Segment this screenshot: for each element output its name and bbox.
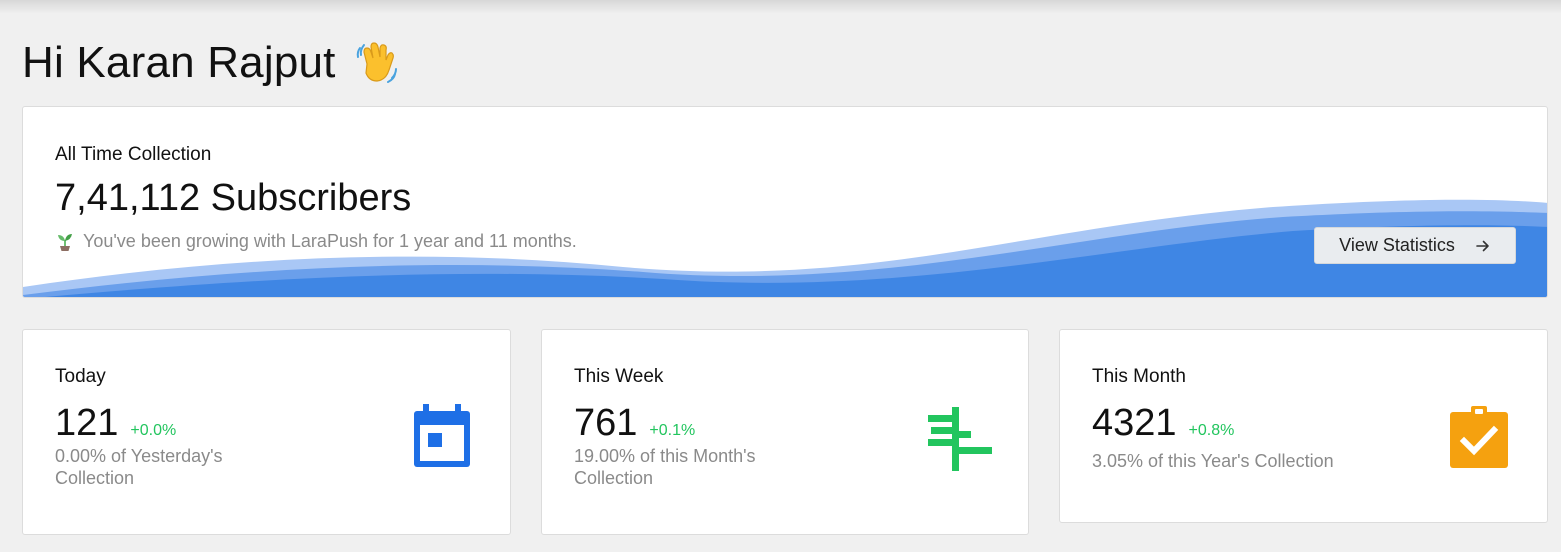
- card-value-row: 4321 +0.8%: [1092, 402, 1234, 445]
- all-time-collection-card: All Time Collection 7,41,112 Subscribers…: [22, 106, 1548, 298]
- greeting-title: Hi Karan Rajput: [22, 38, 336, 87]
- card-value: 4321: [1092, 402, 1177, 444]
- card-description-line1: 0.00% of Yesterday's: [55, 446, 223, 466]
- view-statistics-label: View Statistics: [1339, 235, 1455, 255]
- top-shadow: [0, 0, 1561, 14]
- card-value-row: 121 +0.0%: [55, 402, 176, 445]
- arrow-right-icon: [1476, 240, 1489, 251]
- card-label: Today: [55, 366, 106, 387]
- today-card: Today 121 +0.0% 0.00% of Yesterday's Col…: [22, 329, 511, 535]
- card-description-line2: Collection: [55, 468, 135, 488]
- card-label: This Week: [574, 366, 664, 387]
- clipboard-check-icon: [1450, 406, 1508, 468]
- card-change: +0.0%: [130, 422, 177, 439]
- card-value: 761: [574, 402, 638, 444]
- waving-hand-icon: [356, 42, 397, 83]
- card-description-line2: Collection: [574, 468, 654, 488]
- hero-subtitle-text: You've been growing with LaraPush for 1 …: [83, 231, 577, 251]
- card-value-row: 761 +0.1%: [574, 402, 695, 445]
- card-value: 121: [55, 402, 119, 444]
- card-label: This Month: [1092, 366, 1186, 387]
- card-change: +0.8%: [1188, 422, 1235, 439]
- this-week-card: This Week 761 +0.1% 19.00% of this Month…: [541, 329, 1029, 535]
- greeting: Hi Karan Rajput: [22, 38, 402, 88]
- this-month-card: This Month 4321 +0.8% 3.05% of this Year…: [1059, 329, 1548, 523]
- hero-label: All Time Collection: [55, 144, 212, 165]
- card-description-line1: 19.00% of this Month's: [574, 446, 756, 466]
- hero-subtitle: You've been growing with LaraPush for 1 …: [55, 231, 577, 252]
- card-description: 3.05% of this Year's Collection: [1092, 451, 1334, 471]
- hero-value: 7,41,112 Subscribers: [55, 177, 412, 219]
- calendar-icon: [414, 404, 470, 467]
- view-statistics-button[interactable]: View Statistics: [1314, 227, 1516, 264]
- timeline-icon: [928, 407, 992, 471]
- card-change: +0.1%: [649, 422, 696, 439]
- seedling-icon: [58, 233, 72, 251]
